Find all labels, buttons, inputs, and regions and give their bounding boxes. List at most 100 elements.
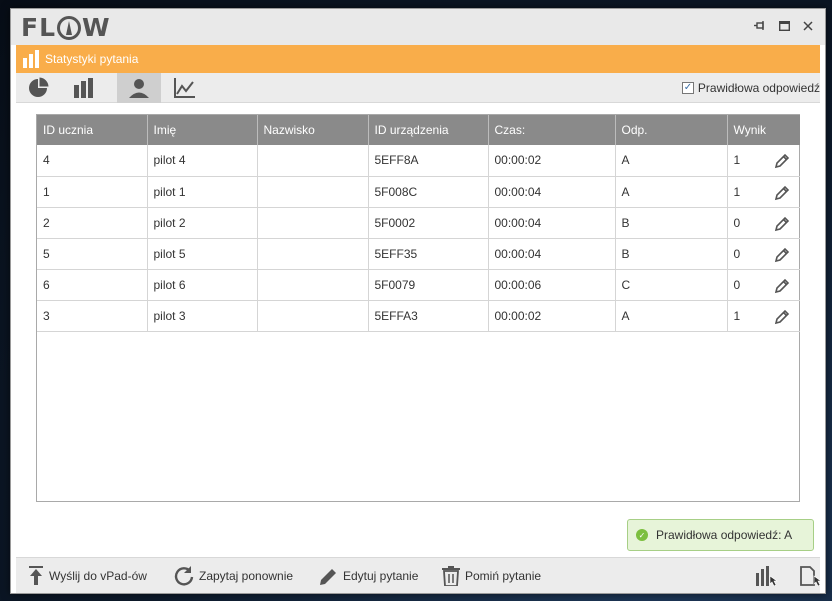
- correct-answer-toast: ✓ Prawidłowa odpowiedź: A: [627, 519, 814, 551]
- send-to-vpads-label: Wyślij do vPad-ów: [49, 569, 147, 583]
- table-row[interactable]: 4 pilot 4 5EFF8A 00:00:02 A 1: [37, 145, 800, 177]
- tab-bar-chart[interactable]: [62, 73, 106, 103]
- correct-answer-label: Prawidłowa odpowiedź: [697, 81, 820, 95]
- table-row[interactable]: 2 pilot 2 5F0002 00:00:04 B 0: [37, 207, 800, 239]
- student-id-cell: 1: [37, 176, 148, 208]
- upload-arrow-icon: [29, 566, 43, 585]
- chart-click-button[interactable]: [756, 566, 778, 589]
- time-cell: 00:00:02: [488, 145, 616, 177]
- tab-user[interactable]: [117, 73, 161, 103]
- pencil-icon[interactable]: [774, 278, 790, 294]
- window-controls: [753, 19, 815, 33]
- score-value: 0: [733, 215, 741, 230]
- pencil-icon: [320, 568, 336, 585]
- time-cell: 00:00:02: [488, 300, 616, 332]
- table-row[interactable]: 6 pilot 6 5F0079 00:00:06 C 0: [37, 269, 800, 301]
- close-icon[interactable]: [801, 19, 815, 33]
- pin-icon[interactable]: [753, 19, 767, 33]
- table-row[interactable]: 5 pilot 5 5EFF35 00:00:04 B 0: [37, 238, 800, 270]
- student-id-cell: 4: [37, 145, 148, 177]
- student-id-cell: 2: [37, 207, 148, 239]
- toast-text: Prawidłowa odpowiedź: A: [656, 528, 793, 542]
- view-tabs: ✓ Prawidłowa odpowiedź: [16, 73, 820, 103]
- correct-answer-toggle[interactable]: ✓ Prawidłowa odpowiedź: [681, 73, 820, 103]
- answer-cell: A: [615, 176, 728, 208]
- pencil-icon[interactable]: [774, 309, 790, 325]
- ask-again-button[interactable]: Zapytaj ponownie: [174, 558, 294, 593]
- time-cell: 00:00:04: [488, 238, 616, 270]
- column-header[interactable]: Nazwisko: [257, 115, 369, 145]
- device-id-cell: 5EFF35: [368, 238, 489, 270]
- student-id-cell: 3: [37, 300, 148, 332]
- first-name-cell: pilot 2: [147, 207, 258, 239]
- maximize-icon[interactable]: [777, 19, 791, 33]
- first-name-cell: pilot 4: [147, 145, 258, 177]
- logo-text-right: W: [82, 13, 111, 42]
- time-cell: 00:00:06: [488, 269, 616, 301]
- device-id-cell: 5F0002: [368, 207, 489, 239]
- first-name-cell: pilot 3: [147, 300, 258, 332]
- logo-text-left: FL: [21, 13, 57, 42]
- table-row[interactable]: 3 pilot 3 5EFFA3 00:00:02 A 1: [37, 300, 800, 332]
- last-name-cell: [257, 176, 369, 208]
- header-title: Statystyki pytania: [45, 52, 139, 66]
- column-header[interactable]: Odp.: [615, 115, 728, 145]
- pencil-icon[interactable]: [774, 216, 790, 232]
- last-name-cell: [257, 300, 369, 332]
- answer-cell: B: [615, 207, 728, 239]
- bar-chart-icon: [23, 50, 39, 68]
- column-header[interactable]: Wynik: [727, 115, 800, 145]
- column-header[interactable]: Imię: [147, 115, 258, 145]
- score-value: 0: [733, 277, 741, 292]
- column-header[interactable]: ID ucznia: [37, 115, 148, 145]
- student-id-cell: 5: [37, 238, 148, 270]
- refresh-icon: [174, 566, 194, 586]
- pencil-icon[interactable]: [774, 153, 790, 169]
- trash-icon: [442, 566, 460, 586]
- score-cell: 0: [727, 238, 800, 270]
- students-results-table: ID ucznia Imię Nazwisko ID urządzenia Cz…: [36, 114, 800, 502]
- skip-question-button[interactable]: Pomiń pytanie: [442, 558, 541, 593]
- time-cell: 00:00:04: [488, 176, 616, 208]
- column-header[interactable]: Czas:: [488, 115, 616, 145]
- first-name-cell: pilot 1: [147, 176, 258, 208]
- table-row[interactable]: 1 pilot 1 5F008C 00:00:04 A 1: [37, 176, 800, 208]
- score-value: 0: [733, 246, 741, 261]
- pie-chart-icon: [29, 77, 49, 97]
- pencil-icon[interactable]: [774, 247, 790, 263]
- device-id-cell: 5EFF8A: [368, 145, 489, 177]
- send-to-vpads-button[interactable]: Wyślij do vPad-ów: [28, 558, 147, 593]
- score-cell: 1: [727, 176, 800, 208]
- question-stats-header: Statystyki pytania: [16, 45, 820, 73]
- first-name-cell: pilot 6: [147, 269, 258, 301]
- edit-question-button[interactable]: Edytuj pytanie: [319, 558, 419, 593]
- score-cell: 0: [727, 269, 800, 301]
- title-bar: FL W: [11, 9, 825, 45]
- score-value: 1: [733, 308, 741, 323]
- score-cell: 1: [727, 300, 800, 332]
- edit-question-label: Edytuj pytanie: [343, 569, 419, 583]
- answer-cell: A: [615, 145, 728, 177]
- logo-arrow-icon: [57, 16, 82, 40]
- correct-answer-checkbox[interactable]: ✓: [681, 82, 694, 94]
- answer-cell: A: [615, 300, 728, 332]
- report-click-button[interactable]: [800, 566, 822, 589]
- first-name-cell: pilot 5: [147, 238, 258, 270]
- tab-pie-chart[interactable]: [16, 73, 60, 103]
- footer-toolbar: Wyślij do vPad-ów Zapytaj ponownie Edytu…: [16, 557, 822, 593]
- tab-line-chart[interactable]: [163, 73, 207, 103]
- check-circle-icon: ✓: [636, 529, 648, 541]
- ask-again-label: Zapytaj ponownie: [199, 569, 294, 583]
- flow-logo: FL W: [21, 15, 111, 41]
- bar-chart-icon: [74, 78, 93, 98]
- flow-window: FL W Statystyki pytania ✓ Prawidłowa odp…: [10, 8, 826, 594]
- score-value: 1: [733, 184, 741, 199]
- last-name-cell: [257, 207, 369, 239]
- score-value: 1: [733, 153, 741, 168]
- device-id-cell: 5F0079: [368, 269, 489, 301]
- device-id-cell: 5EFFA3: [368, 300, 489, 332]
- column-header[interactable]: ID urządzenia: [368, 115, 489, 145]
- checkbox-check-mark: ✓: [683, 82, 693, 93]
- table-header-row: ID ucznia Imię Nazwisko ID urządzenia Cz…: [37, 115, 800, 145]
- pencil-icon[interactable]: [774, 185, 790, 201]
